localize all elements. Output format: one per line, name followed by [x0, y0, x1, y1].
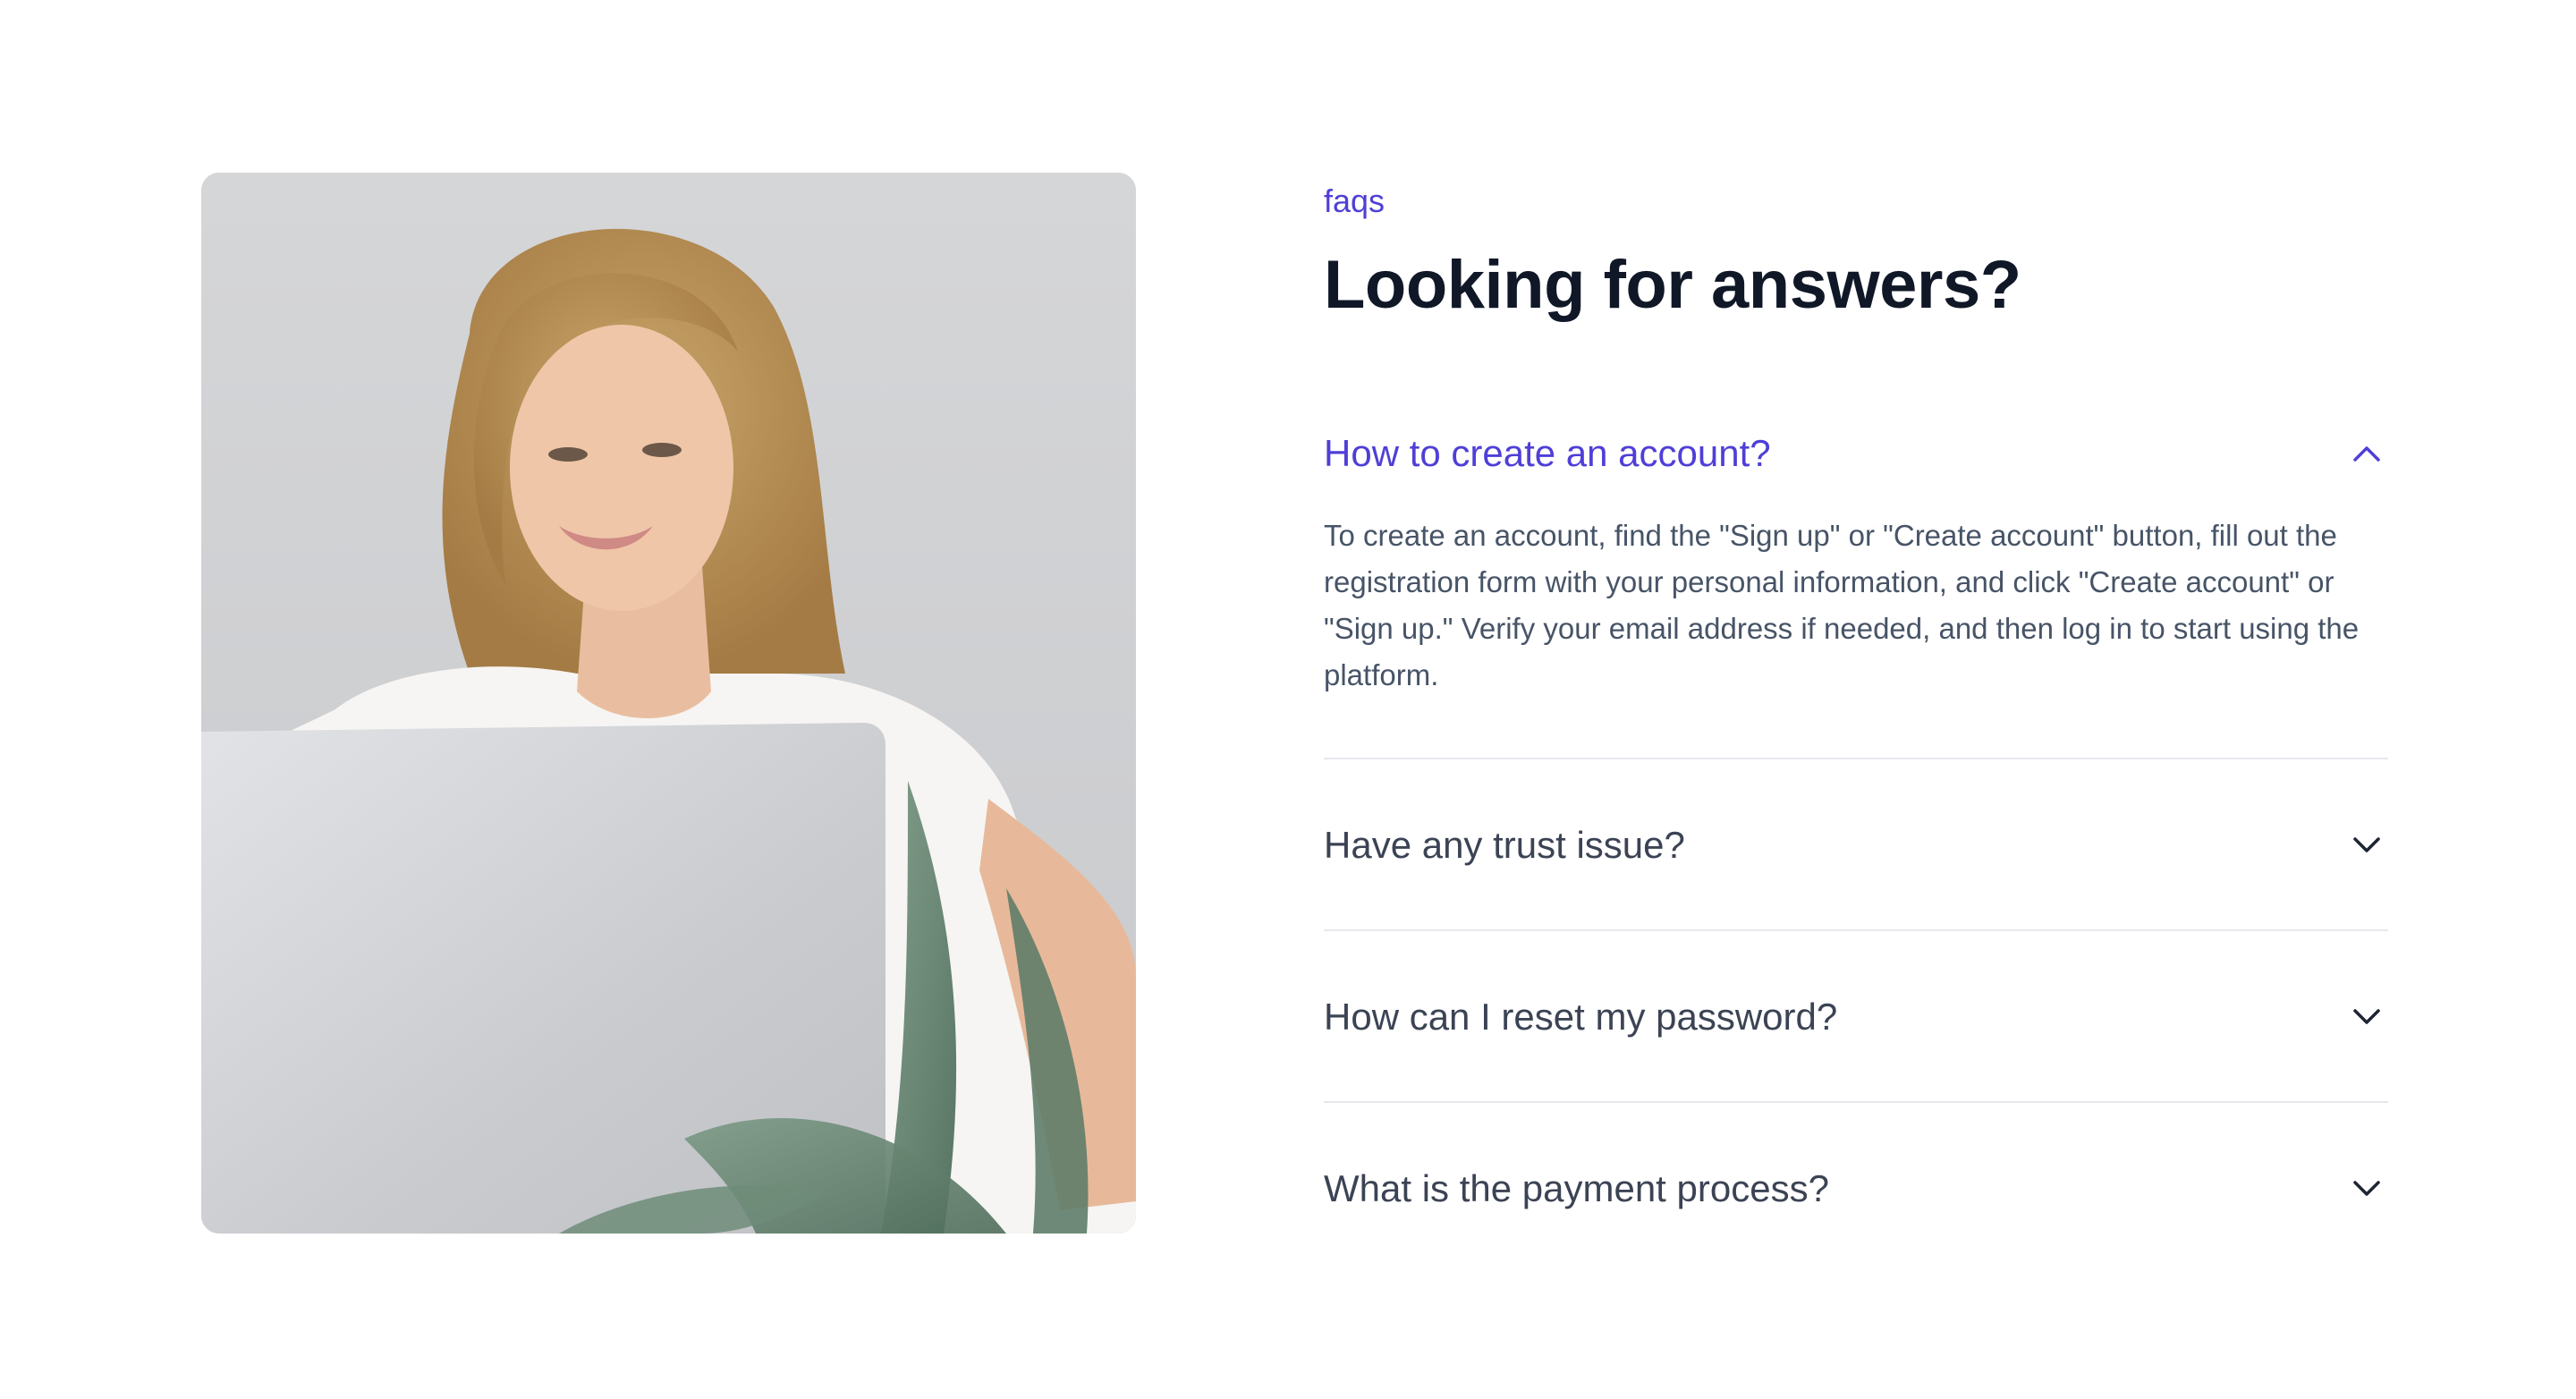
faq-photo	[201, 173, 1136, 1234]
section-eyebrow: faqs	[1324, 182, 1385, 219]
faq-question-toggle[interactable]: How to create an account?	[1324, 427, 2388, 480]
faq-question: What is the payment process?	[1324, 1167, 1829, 1209]
faq-accordion: How to create an account? To create an a…	[1324, 427, 2388, 1216]
section-title: Looking for answers?	[1324, 247, 2021, 323]
faq-item-reset-password: How can I reset my password?	[1324, 931, 2388, 1103]
faq-answer: To create an account, find the "Sign up"…	[1324, 519, 2360, 691]
faq-question: Have any trust issue?	[1324, 824, 1685, 866]
faq-item-payment-process: What is the payment process?	[1324, 1103, 2388, 1216]
faq-question: How can I reset my password?	[1324, 996, 1838, 1038]
faq-question-toggle[interactable]: How can I reset my password?	[1324, 931, 2388, 1101]
faq-item-create-account: How to create an account? To create an a…	[1324, 427, 2388, 759]
faq-question-toggle[interactable]: What is the payment process?	[1324, 1103, 2388, 1216]
faq-question-toggle[interactable]: Have any trust issue?	[1324, 759, 2388, 929]
chevron-up-icon[interactable]	[2349, 436, 2385, 471]
faq-item-trust-issue: Have any trust issue?	[1324, 759, 2388, 931]
chevron-down-icon[interactable]	[2349, 999, 2385, 1035]
chevron-down-icon[interactable]	[2349, 1171, 2385, 1207]
faq-question: How to create an account?	[1324, 432, 1771, 474]
faq-panel: faqs Looking for answers? How to create …	[1324, 173, 2388, 1216]
woman-laptop-illustration	[201, 173, 1136, 1234]
faq-section: faqs Looking for answers? How to create …	[0, 0, 2576, 1399]
chevron-down-icon[interactable]	[2349, 827, 2385, 863]
